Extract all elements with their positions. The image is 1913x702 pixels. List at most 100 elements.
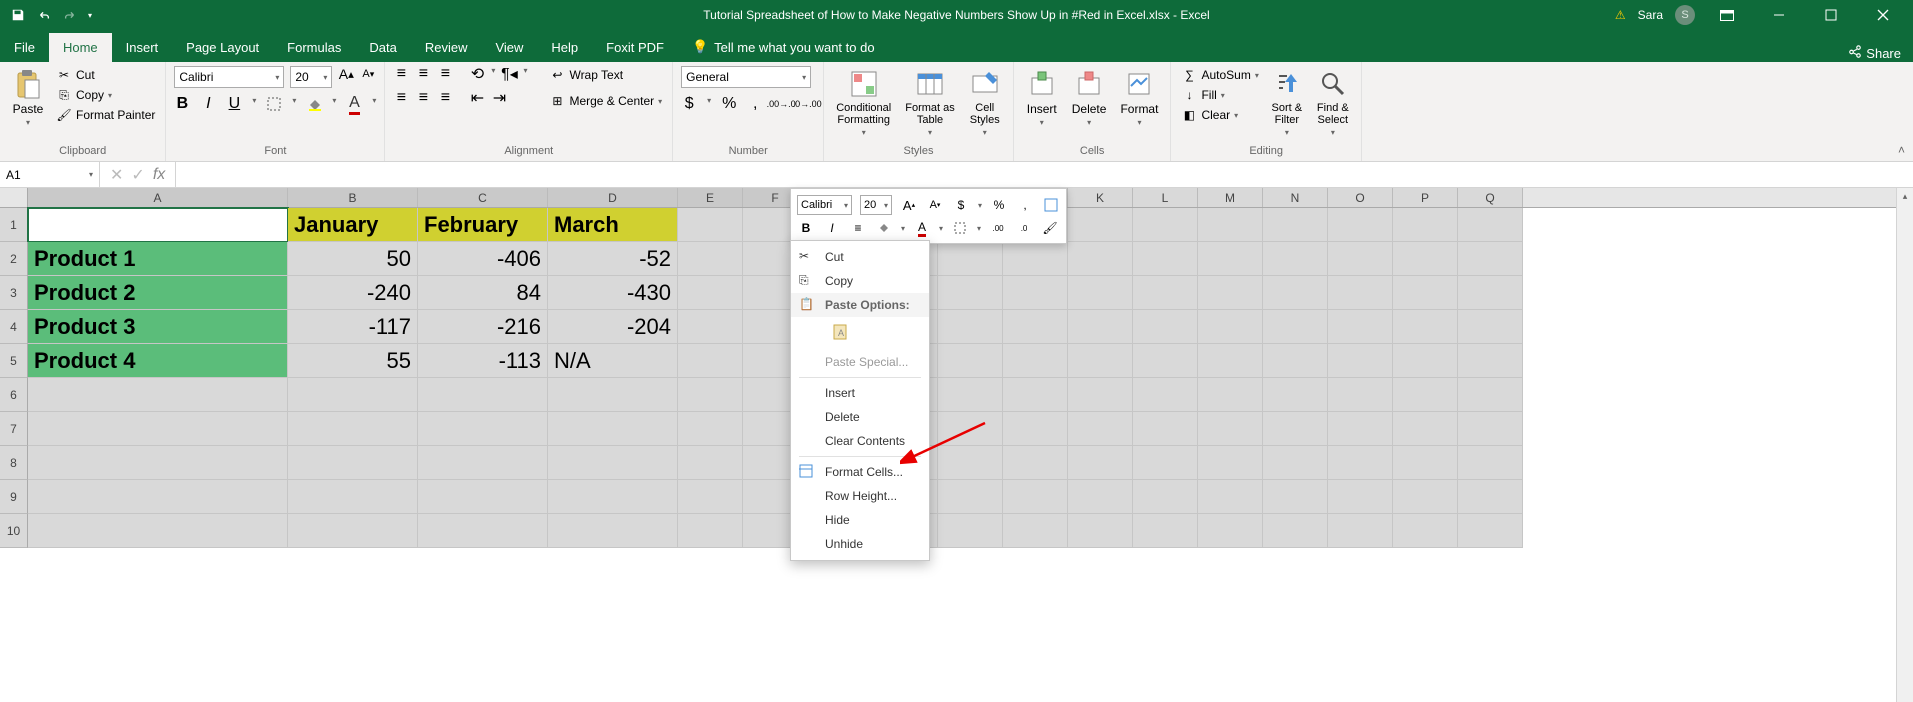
delete-cells-button[interactable]: Delete▾ xyxy=(1068,66,1111,129)
row-header[interactable]: 6 xyxy=(0,378,28,412)
cell[interactable] xyxy=(1068,276,1133,310)
cell[interactable] xyxy=(1133,446,1198,480)
wrap-text-button[interactable]: ↩Wrap Text xyxy=(547,66,664,84)
cell[interactable]: -204 xyxy=(548,310,678,344)
cell[interactable] xyxy=(418,480,548,514)
col-header-P[interactable]: P xyxy=(1393,188,1458,207)
cell[interactable] xyxy=(678,514,743,548)
cell[interactable] xyxy=(28,208,288,242)
mini-format-painter-icon[interactable]: 🖌 xyxy=(1041,219,1059,237)
cell[interactable] xyxy=(1263,514,1328,548)
formula-input[interactable] xyxy=(176,162,1913,187)
cell[interactable] xyxy=(548,378,678,412)
cell[interactable] xyxy=(1133,242,1198,276)
cell[interactable] xyxy=(1068,480,1133,514)
row-header[interactable]: 2 xyxy=(0,242,28,276)
row-header[interactable]: 4 xyxy=(0,310,28,344)
cell[interactable] xyxy=(1458,446,1523,480)
cell[interactable] xyxy=(418,378,548,412)
cell[interactable] xyxy=(1198,378,1263,412)
cell[interactable] xyxy=(1458,208,1523,242)
cell[interactable] xyxy=(1068,208,1133,242)
cell[interactable] xyxy=(1068,514,1133,548)
underline-icon[interactable]: U xyxy=(226,96,242,112)
row-header[interactable]: 1 xyxy=(0,208,28,242)
cell[interactable] xyxy=(1133,208,1198,242)
context-delete[interactable]: Delete xyxy=(791,405,929,429)
cell[interactable] xyxy=(1068,412,1133,446)
mini-accounting-icon[interactable]: $ xyxy=(952,196,970,214)
cell[interactable] xyxy=(938,514,1003,548)
bold-icon[interactable]: B xyxy=(174,96,190,112)
cell[interactable] xyxy=(1068,242,1133,276)
minimize-button[interactable] xyxy=(1759,0,1799,30)
italic-icon[interactable]: I xyxy=(200,96,216,112)
cell[interactable] xyxy=(1328,378,1393,412)
cell[interactable] xyxy=(938,480,1003,514)
format-cells-button[interactable]: Format▾ xyxy=(1116,66,1162,129)
cell[interactable] xyxy=(1003,242,1068,276)
cell[interactable]: -52 xyxy=(548,242,678,276)
cell[interactable] xyxy=(1393,208,1458,242)
align-middle-icon[interactable]: ≡ xyxy=(415,66,431,82)
cell[interactable]: -406 xyxy=(418,242,548,276)
cell[interactable] xyxy=(1263,276,1328,310)
col-header-B[interactable]: B xyxy=(288,188,418,207)
cell[interactable] xyxy=(1458,276,1523,310)
cell[interactable]: -240 xyxy=(288,276,418,310)
cell[interactable]: Product 2 xyxy=(28,276,288,310)
mini-bold-icon[interactable]: B xyxy=(797,219,815,237)
cell[interactable] xyxy=(938,412,1003,446)
align-left-icon[interactable]: ≡ xyxy=(393,90,409,106)
sort-filter-button[interactable]: Sort & Filter▾ xyxy=(1267,66,1307,139)
col-header-E[interactable]: E xyxy=(678,188,743,207)
share-button[interactable]: Share xyxy=(1848,45,1913,62)
mini-decrease-font-icon[interactable]: A▾ xyxy=(926,196,944,214)
cell[interactable] xyxy=(1003,276,1068,310)
autosum-button[interactable]: ∑AutoSum▾ xyxy=(1179,66,1260,84)
save-icon[interactable] xyxy=(10,7,26,23)
percent-icon[interactable]: % xyxy=(721,96,737,112)
mini-percent-icon[interactable]: % xyxy=(990,196,1008,214)
font-name-combo[interactable]: Calibri▾ xyxy=(174,66,284,88)
cell[interactable] xyxy=(548,514,678,548)
cell[interactable] xyxy=(28,514,288,548)
rtl-icon[interactable]: ¶◂ xyxy=(501,66,517,82)
increase-indent-icon[interactable]: ⇥ xyxy=(491,90,507,106)
undo-icon[interactable] xyxy=(36,7,52,23)
cell[interactable] xyxy=(1198,242,1263,276)
cell[interactable] xyxy=(938,310,1003,344)
align-top-icon[interactable]: ≡ xyxy=(393,66,409,82)
cell[interactable] xyxy=(1458,480,1523,514)
orientation-icon[interactable]: ⟲ xyxy=(469,66,485,82)
cell[interactable] xyxy=(548,480,678,514)
close-button[interactable] xyxy=(1863,0,1903,30)
cell[interactable] xyxy=(1263,480,1328,514)
fx-icon[interactable]: fx xyxy=(153,166,165,184)
mini-increase-font-icon[interactable]: A▴ xyxy=(900,196,918,214)
cell[interactable] xyxy=(1133,480,1198,514)
mini-font-color-icon[interactable]: A xyxy=(913,219,931,237)
context-paste-special[interactable]: Paste Special... xyxy=(791,350,929,374)
col-header-N[interactable]: N xyxy=(1263,188,1328,207)
cell[interactable] xyxy=(1133,310,1198,344)
cell[interactable] xyxy=(1263,242,1328,276)
format-painter-button[interactable]: 🖌Format Painter xyxy=(54,106,157,124)
col-header-M[interactable]: M xyxy=(1198,188,1263,207)
cell[interactable] xyxy=(1393,480,1458,514)
context-format-cells[interactable]: Format Cells... xyxy=(791,460,929,484)
cell[interactable] xyxy=(1393,310,1458,344)
cell[interactable] xyxy=(28,378,288,412)
cell[interactable] xyxy=(1393,514,1458,548)
cell[interactable] xyxy=(1263,378,1328,412)
align-right-icon[interactable]: ≡ xyxy=(437,90,453,106)
tab-file[interactable]: File xyxy=(0,33,49,62)
cell[interactable] xyxy=(678,480,743,514)
cell[interactable] xyxy=(288,514,418,548)
cell[interactable]: 50 xyxy=(288,242,418,276)
cell[interactable]: -216 xyxy=(418,310,548,344)
cell[interactable] xyxy=(418,514,548,548)
mini-italic-icon[interactable]: I xyxy=(823,219,841,237)
cell[interactable] xyxy=(1133,412,1198,446)
cell[interactable] xyxy=(1003,480,1068,514)
